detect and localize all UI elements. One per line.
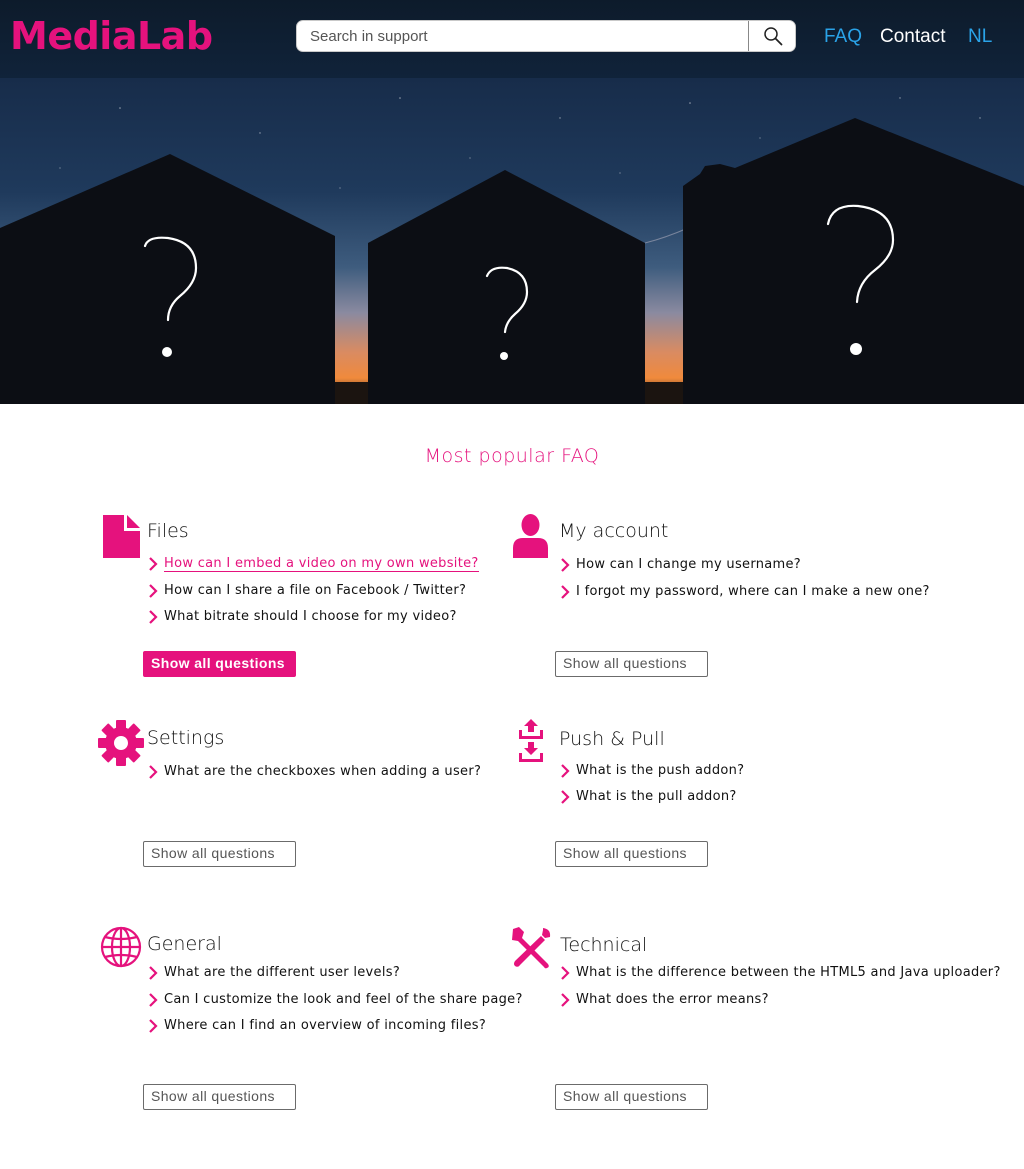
- question-link[interactable]: What is the pull addon?: [560, 787, 737, 807]
- question-link[interactable]: How can I share a file on Facebook / Twi…: [148, 581, 466, 601]
- push-pull-icon: [519, 719, 543, 762]
- chevron-right-icon: [149, 764, 158, 779]
- user-icon: [513, 514, 548, 558]
- question-link[interactable]: Can I customize the look and feel of the…: [148, 990, 523, 1010]
- medialab-logo[interactable]: MediaLab: [10, 14, 213, 58]
- search-input[interactable]: [297, 21, 748, 51]
- show-all-settings-button[interactable]: Show all questions: [143, 841, 296, 867]
- silo-left: [0, 154, 335, 404]
- question-link[interactable]: What is the push addon?: [560, 761, 744, 781]
- category-title-technical: Technical: [560, 934, 648, 956]
- chevron-right-icon: [149, 583, 158, 598]
- chevron-right-icon: [561, 789, 570, 804]
- search-icon: [763, 27, 782, 46]
- question-link[interactable]: What are the different user levels?: [148, 963, 400, 983]
- chevron-right-icon: [149, 556, 158, 571]
- question-link[interactable]: What is the difference between the HTML5…: [560, 963, 1000, 983]
- show-all-files-button[interactable]: Show all questions: [143, 651, 296, 677]
- hero-banner: [0, 78, 1024, 404]
- site-header: MediaLab FAQ Contact NL: [0, 0, 1024, 78]
- silo-middle: [368, 170, 645, 404]
- chevron-right-icon: [561, 557, 570, 572]
- section-title: Most popular FAQ: [424, 445, 600, 467]
- category-title-files: Files: [147, 520, 189, 542]
- question-link[interactable]: What are the checkboxes when adding a us…: [148, 762, 481, 782]
- show-all-general-button[interactable]: Show all questions: [143, 1084, 296, 1110]
- chevron-right-icon: [561, 763, 570, 778]
- gear-icon: [98, 720, 144, 766]
- nav-faq-link[interactable]: FAQ: [824, 24, 862, 50]
- search-button[interactable]: [748, 21, 795, 51]
- tools-icon: [512, 927, 551, 969]
- silo-right: [683, 118, 1024, 404]
- chevron-right-icon: [149, 609, 158, 624]
- chevron-right-icon: [561, 584, 570, 599]
- category-title-push-pull: Push & Pull: [559, 728, 665, 750]
- show-all-technical-button[interactable]: Show all questions: [555, 1084, 708, 1110]
- globe-icon: [100, 926, 142, 968]
- question-link[interactable]: How can I embed a video on my own websit…: [148, 554, 479, 574]
- chevron-right-icon: [149, 1018, 158, 1033]
- question-link[interactable]: What bitrate should I choose for my vide…: [148, 607, 457, 627]
- question-link[interactable]: What does the error means?: [560, 990, 769, 1010]
- category-title-general: General: [147, 933, 222, 955]
- question-link[interactable]: How can I change my username?: [560, 555, 801, 575]
- chevron-right-icon: [561, 965, 570, 980]
- show-all-push-pull-button[interactable]: Show all questions: [555, 841, 708, 867]
- chevron-right-icon: [149, 992, 158, 1007]
- chevron-right-icon: [561, 992, 570, 1007]
- category-title-settings: Settings: [147, 727, 225, 749]
- silos-illustration: [0, 97, 1024, 404]
- question-link[interactable]: I forgot my password, where can I make a…: [560, 582, 930, 602]
- category-title-my-account: My account: [559, 520, 669, 542]
- chevron-right-icon: [149, 965, 158, 980]
- nav-language-link[interactable]: NL: [968, 24, 992, 50]
- file-icon: [103, 515, 140, 558]
- search-bar: [296, 20, 796, 52]
- question-link[interactable]: Where can I find an overview of incoming…: [148, 1016, 486, 1036]
- nav-contact-link[interactable]: Contact: [880, 24, 945, 50]
- show-all-account-button[interactable]: Show all questions: [555, 651, 708, 677]
